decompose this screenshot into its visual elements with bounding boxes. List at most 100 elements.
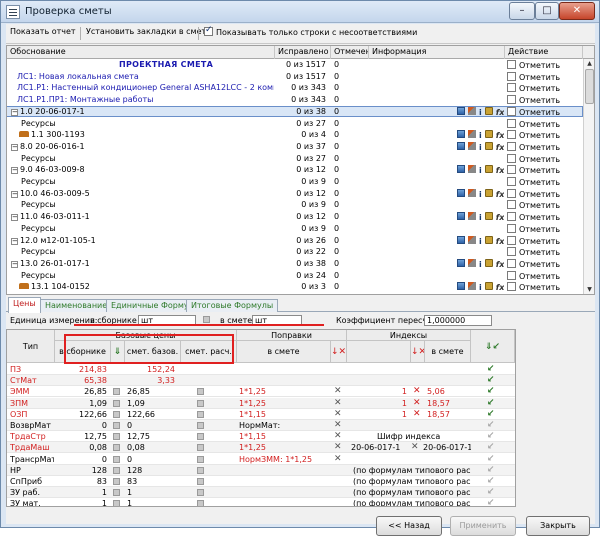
row-action-cell[interactable]: Отметить xyxy=(507,95,582,105)
row-action-cell[interactable]: Отметить xyxy=(507,258,582,268)
apply-row-icon[interactable]: ↙ xyxy=(487,442,507,453)
coef-field[interactable]: 1,000000 xyxy=(424,315,492,326)
apply-row-icon[interactable]: ↙ xyxy=(487,364,507,375)
price-calc-icon[interactable] xyxy=(113,433,120,441)
apply-row-icon[interactable]: ↙ xyxy=(487,398,507,409)
check-row[interactable]: ЛС1.Р1.ПР1: Монтажные работы 0 из 343 0 Отм… xyxy=(7,95,582,105)
lock-icon[interactable] xyxy=(484,212,493,221)
corr-clear-icon[interactable]: ↓✕ xyxy=(331,341,347,363)
calc-icon[interactable] xyxy=(457,282,465,291)
formula-icon[interactable]: fx xyxy=(496,190,504,198)
calc-icon[interactable] xyxy=(457,188,465,197)
row-action-cell[interactable]: Отметить xyxy=(507,212,582,222)
price-smet-calc-cell[interactable] xyxy=(197,420,207,431)
price-sort-cell[interactable] xyxy=(113,398,123,409)
col-type[interactable]: Тип xyxy=(7,330,55,363)
tree-expander-icon[interactable]: − xyxy=(11,214,18,222)
correction-cell[interactable]: 1*1,15 xyxy=(239,431,329,442)
apply-row-icon[interactable]: ↙ xyxy=(487,420,507,431)
lock-icon[interactable] xyxy=(484,165,493,174)
info-icon[interactable]: i xyxy=(479,190,482,198)
price-smet-calc-cell[interactable] xyxy=(197,386,207,397)
price-calc-icon[interactable] xyxy=(197,388,204,396)
edit-icon[interactable] xyxy=(468,130,476,139)
price-sort-cell[interactable] xyxy=(113,386,123,397)
index-clear-icon[interactable]: ✕ xyxy=(413,409,423,420)
calc-icon[interactable] xyxy=(457,258,465,267)
price-calc-icon[interactable] xyxy=(197,455,204,463)
correction-clear-icon[interactable]: ✕ xyxy=(334,420,344,431)
row-action-cell[interactable]: Отметить xyxy=(507,71,582,81)
tree-expander-icon[interactable]: − xyxy=(11,167,18,175)
row-action-cell[interactable]: Отметить xyxy=(507,200,582,210)
info-icon[interactable]: i xyxy=(479,283,482,291)
price-smet-calc-cell[interactable] xyxy=(197,476,207,487)
check-row[interactable]: Ресурсы 0 из 24 0 Отметить xyxy=(7,270,582,280)
edit-icon[interactable] xyxy=(468,212,476,221)
edit-icon[interactable] xyxy=(468,188,476,197)
correction-clear-icon[interactable]: ✕ xyxy=(334,454,344,465)
row-action-cell[interactable]: Отметить xyxy=(507,223,582,233)
formula-icon[interactable]: fx xyxy=(496,283,504,291)
row-action-cell[interactable]: Отметить xyxy=(507,118,582,128)
calc-icon[interactable] xyxy=(457,130,465,139)
price-row[interactable]: ТрдаМаш 0,08 0,08 1*1,25 ✕ 20-06-017-1 ✕ 20-06-… xyxy=(7,442,515,454)
price-row[interactable]: СтМат 65,38 3,33 ↙ xyxy=(7,375,515,387)
mark-checkbox[interactable] xyxy=(507,106,516,116)
row-action-cell[interactable]: Отметить xyxy=(507,188,582,198)
calc-icon[interactable] xyxy=(457,235,465,244)
check-row[interactable]: Ресурсы 0 из 27 0 Отметить xyxy=(7,118,582,128)
edit-icon[interactable] xyxy=(468,106,476,115)
price-sort-cell[interactable] xyxy=(113,409,123,420)
col-header-info[interactable]: Информация xyxy=(369,46,505,59)
price-row[interactable]: ПЗ 214,83 152,24 ↙ xyxy=(7,364,515,375)
info-icon[interactable]: i xyxy=(479,131,482,139)
lock-icon[interactable] xyxy=(484,282,493,291)
correction-clear-icon[interactable]: ✕ xyxy=(334,442,344,453)
price-calc-icon[interactable] xyxy=(197,489,204,497)
price-smet-calc-cell[interactable] xyxy=(197,442,207,453)
price-row[interactable]: ЗУ раб. 1 1 (по формулам типового расчета) ↙ xyxy=(7,487,515,499)
price-smet-calc-cell[interactable] xyxy=(197,409,207,420)
check-row[interactable]: Ресурсы 0 из 9 0 Отметить xyxy=(7,200,582,210)
back-button[interactable]: << Назад xyxy=(376,516,442,536)
price-row[interactable]: ЗПМ 1,09 1,09 1*1,25 ✕ 1 ✕ 18,57 ↙ xyxy=(7,397,515,409)
check-row[interactable]: −8.0 20-06-016-1 0 из 37 0 i fx Отметить xyxy=(7,141,582,151)
apply-row-icon[interactable]: ↙ xyxy=(487,431,507,442)
edit-icon[interactable] xyxy=(468,235,476,244)
col-header-marked[interactable]: Отмечено xyxy=(331,46,369,59)
tab-total-formulas[interactable]: Итоговые Формулы xyxy=(186,299,279,312)
price-sort-cell[interactable] xyxy=(113,431,123,442)
edit-icon[interactable] xyxy=(468,282,476,291)
index-clear-icon[interactable]: ✕ xyxy=(413,386,423,397)
row-action-cell[interactable]: Отметить xyxy=(507,177,582,186)
correction-clear-icon[interactable]: ✕ xyxy=(334,431,344,442)
calc-icon[interactable] xyxy=(457,106,465,115)
lock-icon[interactable] xyxy=(484,188,493,197)
price-row[interactable]: НР 128 128 (по формулам типового расчета) ↙ xyxy=(7,464,515,476)
formula-icon[interactable]: fx xyxy=(496,213,504,221)
price-calc-icon[interactable] xyxy=(113,399,120,407)
row-action-cell[interactable]: Отметить xyxy=(507,270,582,280)
row-action-cell[interactable]: Отметить xyxy=(507,60,582,69)
close-window-button[interactable]: ✕ xyxy=(559,2,595,20)
check-row[interactable]: Ресурсы 0 из 22 0 Отметить xyxy=(7,247,582,257)
check-row[interactable]: −13.0 26-01-017-1 0 из 38 0 i fx Отметить xyxy=(7,258,582,268)
check-row[interactable]: −10.0 46-03-009-5 0 из 12 0 i fx Отметить xyxy=(7,188,582,198)
correction-cell[interactable]: 1*1,25 xyxy=(239,386,329,397)
check-row[interactable]: Ресурсы 0 из 27 0 Отметить xyxy=(7,153,582,163)
info-icon[interactable]: i xyxy=(479,237,482,245)
scroll-up-arrow[interactable]: ▲ xyxy=(585,59,594,68)
mark-checkbox[interactable] xyxy=(507,130,516,140)
idx-clear-icon[interactable]: ↓✕ xyxy=(411,341,425,363)
price-calc-icon[interactable] xyxy=(197,444,204,452)
correction-cell[interactable]: 1*1,25 xyxy=(239,398,329,409)
price-calc-icon[interactable] xyxy=(113,500,120,506)
price-sort-cell[interactable] xyxy=(113,476,123,487)
lock-icon[interactable] xyxy=(484,235,493,244)
apply-row-icon[interactable]: ↙ xyxy=(487,476,507,487)
minimize-button[interactable]: – xyxy=(509,2,535,20)
lock-icon[interactable] xyxy=(484,130,493,139)
formula-icon[interactable]: fx xyxy=(496,237,504,245)
correction-clear-icon[interactable]: ✕ xyxy=(334,398,344,409)
